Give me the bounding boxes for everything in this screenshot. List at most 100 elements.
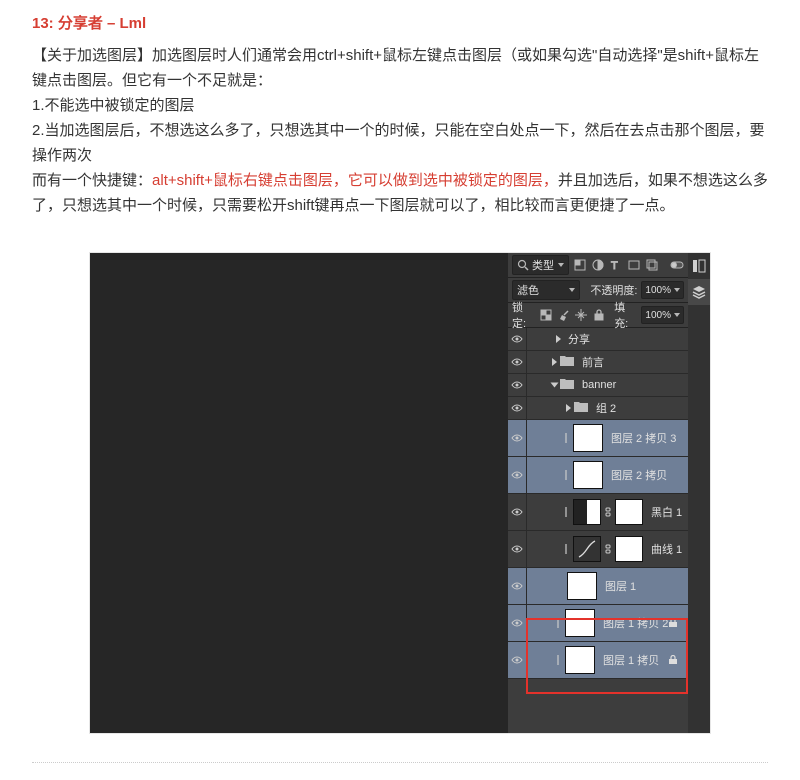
chevron-down-icon [569,288,575,292]
layer-name[interactable]: 曲线 1 [651,541,682,557]
visibility-toggle[interactable] [508,531,527,567]
lock-row: 锁定: 填充: 100% [508,303,688,328]
para-point1: 1.不能选中被锁定的图层 [32,93,768,118]
mask-thumbnail[interactable] [615,499,643,525]
visibility-toggle[interactable] [508,351,527,373]
opacity-value[interactable]: 100% [641,281,684,299]
layer-row[interactable]: 图层 2 拷贝 3 [508,420,688,457]
visibility-toggle[interactable] [508,328,527,350]
layer-row[interactable]: 图层 1 [508,568,688,605]
adjustment-thumbnail[interactable] [573,499,601,525]
layer-content: 组 2 [527,397,688,419]
layer-thumbnail[interactable] [573,424,603,452]
chevron-down-icon [674,288,680,292]
expand-icon[interactable] [566,404,571,412]
link-icon [555,655,561,665]
filter-shape-icon[interactable] [627,258,641,272]
layer-content: 黑白 1 [527,494,688,530]
layer-name[interactable]: 前言 [582,354,604,370]
layer-content: 图层 1 拷贝 [527,642,688,678]
layer-name[interactable]: 图层 2 拷贝 [611,467,667,483]
layer-row[interactable]: 前言 [508,351,688,374]
highlight-shortcut: alt+shift+鼠标右键点击图层，它可以做到选中被锁定的图层， [152,172,558,189]
expand-icon[interactable] [551,383,559,388]
filter-toggle[interactable] [670,258,684,272]
link-icon [563,470,569,480]
section-title: 13: 分享者 – Lml [32,12,768,33]
filter-type-dropdown[interactable]: 类型 [512,255,569,275]
lock-pixels-icon[interactable] [557,308,570,322]
fill-label: 填充: [614,299,637,331]
layer-content: 分享 [527,328,688,350]
visibility-toggle[interactable] [508,374,527,396]
layer-row[interactable]: 图层 1 拷贝 2 [508,605,688,642]
layer-name[interactable]: 组 2 [596,400,616,416]
layer-name[interactable]: 图层 1 拷贝 [603,652,659,668]
visibility-toggle[interactable] [508,494,527,530]
para-intro: 【关于加选图层】加选图层时人们通常会用ctrl+shift+鼠标左键点击图层（或… [32,43,768,93]
link-icon [563,433,569,443]
mask-thumbnail[interactable] [615,536,643,562]
layer-filter-row: 类型 T [508,253,688,278]
fill-value[interactable]: 100% [641,306,684,324]
chain-icon [605,507,611,517]
siderail-btn-layers[interactable] [688,279,710,305]
visibility-toggle[interactable] [508,642,527,678]
photoshop-screenshot: 类型 T 滤色 不透明度: 100% 锁定: [89,252,711,734]
layer-row[interactable]: banner [508,374,688,397]
layer-thumbnail[interactable] [565,646,595,674]
filter-text-icon[interactable]: T [609,258,623,272]
expand-icon[interactable] [556,335,561,343]
lock-transparent-icon[interactable] [539,308,553,322]
layer-content: 图层 1 [527,568,688,604]
para-point2: 2.当加选图层后，不想选这么多了，只想选其中一个的时候，只能在空白处点一下，然后… [32,118,768,168]
visibility-toggle[interactable] [508,397,527,419]
visibility-toggle[interactable] [508,457,527,493]
layer-row[interactable]: 分享 [508,328,688,351]
layer-name[interactable]: 图层 1 [605,578,636,594]
layer-content: 前言 [527,351,688,373]
folder-icon [560,378,578,392]
layer-list: 分享前言 banner 组 2 图层 2 拷贝 3 图层 2 拷贝黑白 1 曲线 1 图层 … [508,328,688,679]
para-shortcut: 而有一个快捷键：alt+shift+鼠标右键点击图层，它可以做到选中被锁定的图层… [32,168,768,218]
layer-name[interactable]: 黑白 1 [651,504,682,520]
chain-icon [605,544,611,554]
layer-thumbnail[interactable] [567,572,597,600]
expand-icon[interactable] [552,358,557,366]
svg-text:T: T [611,260,618,272]
layer-content: 曲线 1 [527,531,688,567]
visibility-toggle[interactable] [508,568,527,604]
lock-label: 锁定: [512,299,535,331]
layer-content: banner [527,374,688,396]
link-icon [555,618,561,628]
layer-name[interactable]: 图层 2 拷贝 3 [611,430,676,446]
lock-position-icon[interactable] [574,308,588,322]
layer-row[interactable]: 图层 1 拷贝 [508,642,688,679]
canvas-area [90,253,508,733]
layer-thumbnail[interactable] [573,461,603,489]
adjustment-thumbnail[interactable] [573,536,601,562]
filter-smart-icon[interactable] [645,258,659,272]
visibility-toggle[interactable] [508,605,527,641]
siderail-btn-1[interactable] [688,253,710,279]
panel-siderail [687,253,710,733]
folder-icon [574,401,592,415]
lock-all-icon[interactable] [592,308,606,322]
layer-content: 图层 2 拷贝 3 [527,420,688,456]
blend-mode-dropdown[interactable]: 滤色 [512,280,580,300]
layer-row[interactable]: 图层 2 拷贝 [508,457,688,494]
chevron-down-icon [674,313,680,317]
filter-pixel-icon[interactable] [573,258,587,272]
opacity-label: 不透明度: [590,282,637,298]
divider [32,762,768,763]
visibility-toggle[interactable] [508,420,527,456]
layer-name[interactable]: 分享 [568,331,590,347]
filter-adjustment-icon[interactable] [591,258,605,272]
link-icon [563,544,569,554]
layer-name[interactable]: banner [582,379,616,391]
layer-row[interactable]: 黑白 1 [508,494,688,531]
layer-thumbnail[interactable] [565,609,595,637]
layer-name[interactable]: 图层 1 拷贝 2 [603,615,668,631]
layer-row[interactable]: 曲线 1 [508,531,688,568]
layer-row[interactable]: 组 2 [508,397,688,420]
